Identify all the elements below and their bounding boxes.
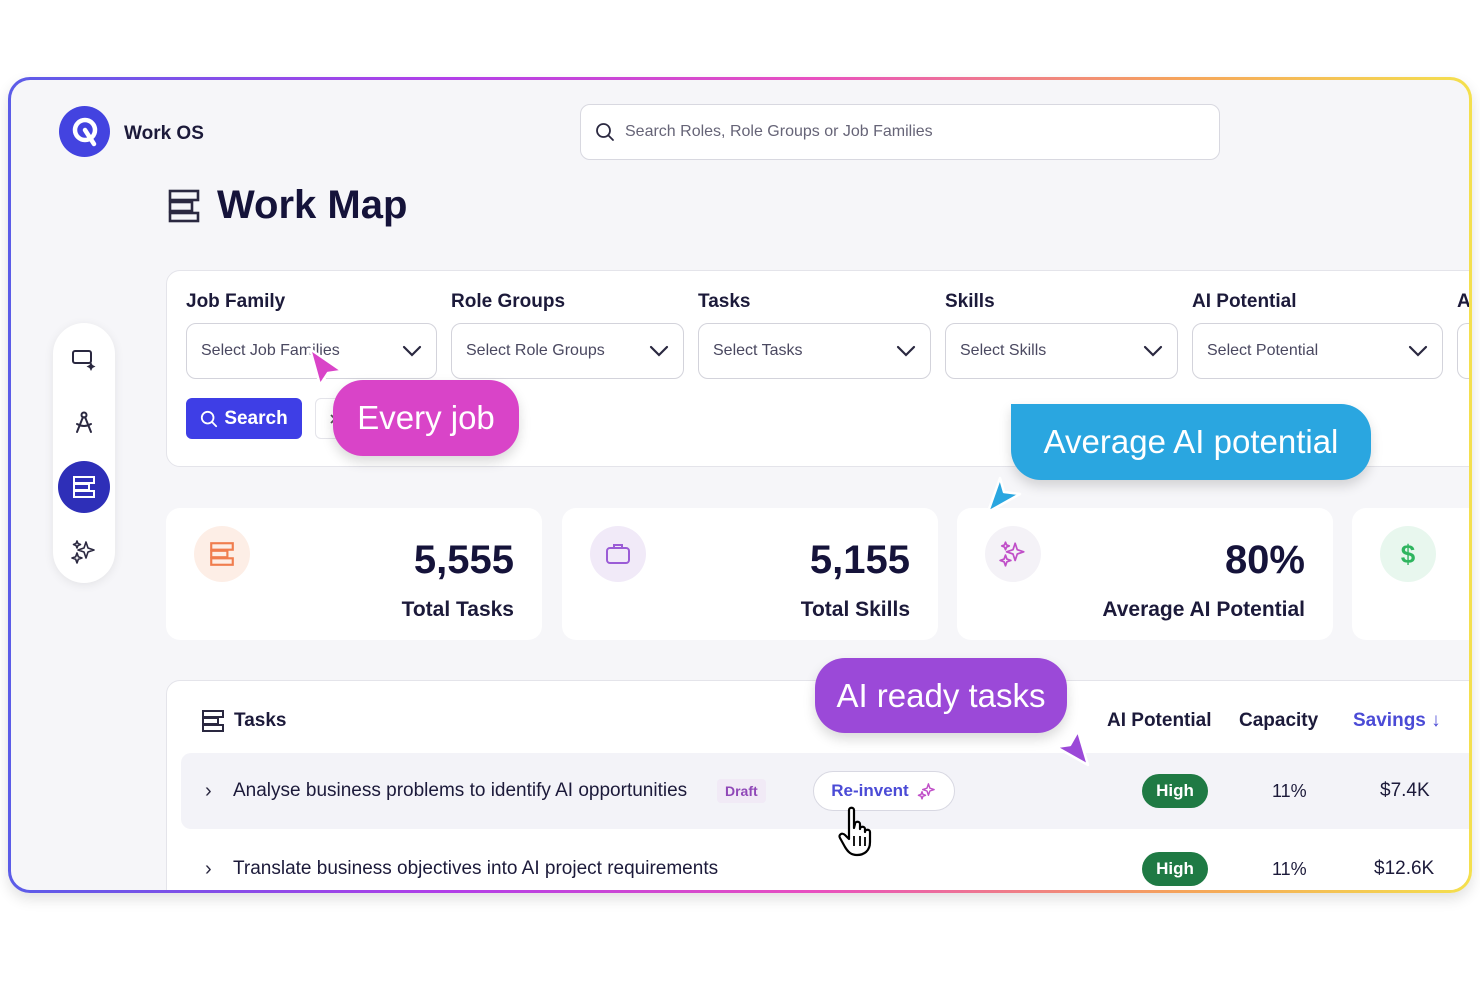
chevron-down-icon bbox=[1143, 345, 1163, 357]
stat-label: Average AI Potential bbox=[1102, 598, 1305, 621]
sidebar-item-edit[interactable] bbox=[58, 333, 110, 385]
stack-icon bbox=[73, 476, 95, 498]
stat-icon-wrap: $ bbox=[1380, 526, 1436, 582]
ai-potential-badge: High bbox=[1142, 774, 1208, 808]
filter-label: Job Family bbox=[186, 291, 286, 312]
stat-icon-wrap bbox=[590, 526, 646, 582]
table-row[interactable]: › Translate business objectives into AI … bbox=[181, 831, 1469, 890]
col-savings[interactable]: Savings ↓ bbox=[1353, 710, 1441, 732]
page-title: Work Map bbox=[217, 183, 408, 227]
col-ai-potential[interactable]: AI Potential bbox=[1107, 710, 1212, 732]
chevron-down-icon bbox=[1408, 345, 1428, 357]
task-name: Analyse business problems to identify AI… bbox=[233, 780, 688, 801]
savings-value: $7.4K bbox=[1380, 780, 1430, 801]
global-search[interactable] bbox=[580, 104, 1220, 160]
truncated-select[interactable] bbox=[1457, 323, 1469, 379]
task-name: Translate business objectives into AI pr… bbox=[233, 858, 719, 879]
search-icon bbox=[596, 123, 614, 141]
stat-savings: $ bbox=[1352, 508, 1469, 640]
callout-average-ai: Average AI potential bbox=[1011, 404, 1371, 480]
filter-skills: Skills Select Skills bbox=[945, 291, 1178, 379]
app-logo[interactable] bbox=[59, 106, 110, 157]
reinvent-label: Re-invent bbox=[831, 781, 909, 800]
filter-label: AI Potential bbox=[1192, 291, 1297, 312]
sparkles-icon bbox=[71, 540, 95, 564]
search-button[interactable]: Search bbox=[186, 398, 302, 439]
sidebar-item-compass[interactable] bbox=[58, 396, 110, 448]
tasks-select[interactable]: Select Tasks bbox=[698, 323, 931, 379]
stat-icon-wrap bbox=[985, 526, 1041, 582]
chevron-down-icon bbox=[896, 345, 916, 357]
tasks-header: Tasks bbox=[200, 708, 286, 734]
filter-tasks: Tasks Select Tasks bbox=[698, 291, 931, 379]
pink-pointer-icon bbox=[308, 347, 344, 387]
compass-icon bbox=[76, 411, 92, 433]
tasks-title: Tasks bbox=[234, 710, 287, 731]
stack-icon bbox=[210, 542, 234, 566]
reinvent-button[interactable]: Re-invent bbox=[813, 771, 955, 811]
stat-icon-wrap bbox=[194, 526, 250, 582]
select-placeholder: Select Tasks bbox=[713, 342, 803, 359]
stat-avg-ai-potential: 80% Average AI Potential bbox=[957, 508, 1333, 640]
select-placeholder: Select Role Groups bbox=[466, 342, 605, 359]
card-sparkle-icon bbox=[72, 350, 96, 371]
sparkles-icon bbox=[999, 541, 1025, 567]
callout-every-job: Every job bbox=[333, 380, 519, 456]
chevron-right-icon[interactable]: › bbox=[205, 858, 212, 881]
search-button-label: Search bbox=[224, 407, 288, 429]
stat-label: Total Tasks bbox=[401, 598, 514, 621]
search-input[interactable] bbox=[625, 123, 1185, 141]
sidebar-item-ai[interactable] bbox=[58, 526, 110, 578]
savings-value: $12.6K bbox=[1374, 858, 1435, 879]
callout-ai-ready-tasks: AI ready tasks bbox=[815, 658, 1067, 733]
stat-value: 80% bbox=[1224, 538, 1305, 582]
briefcase-icon bbox=[606, 544, 630, 564]
table-row[interactable]: › Analyse business problems to identify … bbox=[181, 753, 1469, 829]
col-capacity[interactable]: Capacity bbox=[1239, 710, 1318, 732]
dollar-icon: $ bbox=[1400, 538, 1416, 569]
sidebar-item-work-map[interactable] bbox=[58, 461, 110, 513]
page-header: Work Map bbox=[167, 183, 407, 228]
app-frame-border: Work OS Work Map Job Family Select Job F… bbox=[8, 77, 1472, 893]
sparkles-icon bbox=[917, 783, 935, 800]
purple-pointer-icon bbox=[1054, 729, 1090, 767]
stack-icon bbox=[168, 189, 200, 222]
draft-badge: Draft bbox=[717, 779, 766, 803]
chevron-right-icon[interactable]: › bbox=[205, 780, 212, 803]
filter-role-groups: Role Groups Select Role Groups bbox=[451, 291, 684, 379]
filter-ai-potential: AI Potential Select Potential bbox=[1192, 291, 1443, 379]
filter-label: A bbox=[1457, 291, 1469, 312]
chevron-down-icon bbox=[402, 345, 422, 357]
stack-icon bbox=[202, 710, 224, 732]
role-groups-select[interactable]: Select Role Groups bbox=[451, 323, 684, 379]
filter-label: Skills bbox=[945, 291, 995, 312]
ai-potential-badge: High bbox=[1142, 852, 1208, 886]
side-nav bbox=[53, 323, 115, 583]
stat-value: 5,555 bbox=[413, 538, 514, 582]
stat-total-tasks: 5,555 Total Tasks bbox=[166, 508, 542, 640]
stat-total-skills: 5,155 Total Skills bbox=[562, 508, 938, 640]
stat-value: 5,155 bbox=[809, 538, 910, 582]
select-placeholder: Select Skills bbox=[960, 342, 1047, 359]
ai-potential-select[interactable]: Select Potential bbox=[1192, 323, 1443, 379]
select-placeholder: Select Potential bbox=[1207, 342, 1319, 359]
app-window: Work OS Work Map Job Family Select Job F… bbox=[11, 80, 1469, 890]
blue-pointer-icon bbox=[986, 476, 1022, 514]
skills-select[interactable]: Select Skills bbox=[945, 323, 1178, 379]
hand-cursor-icon bbox=[838, 806, 872, 857]
capacity-value: 11% bbox=[1272, 858, 1307, 879]
capacity-value: 11% bbox=[1272, 780, 1307, 801]
stat-label: Total Skills bbox=[800, 598, 910, 621]
logo-icon bbox=[72, 117, 97, 146]
chevron-down-icon bbox=[649, 345, 669, 357]
search-icon bbox=[201, 410, 218, 427]
filter-truncated: A bbox=[1457, 291, 1469, 379]
app-name: Work OS bbox=[124, 123, 204, 144]
filter-label: Role Groups bbox=[451, 291, 566, 312]
filter-label: Tasks bbox=[698, 291, 751, 312]
